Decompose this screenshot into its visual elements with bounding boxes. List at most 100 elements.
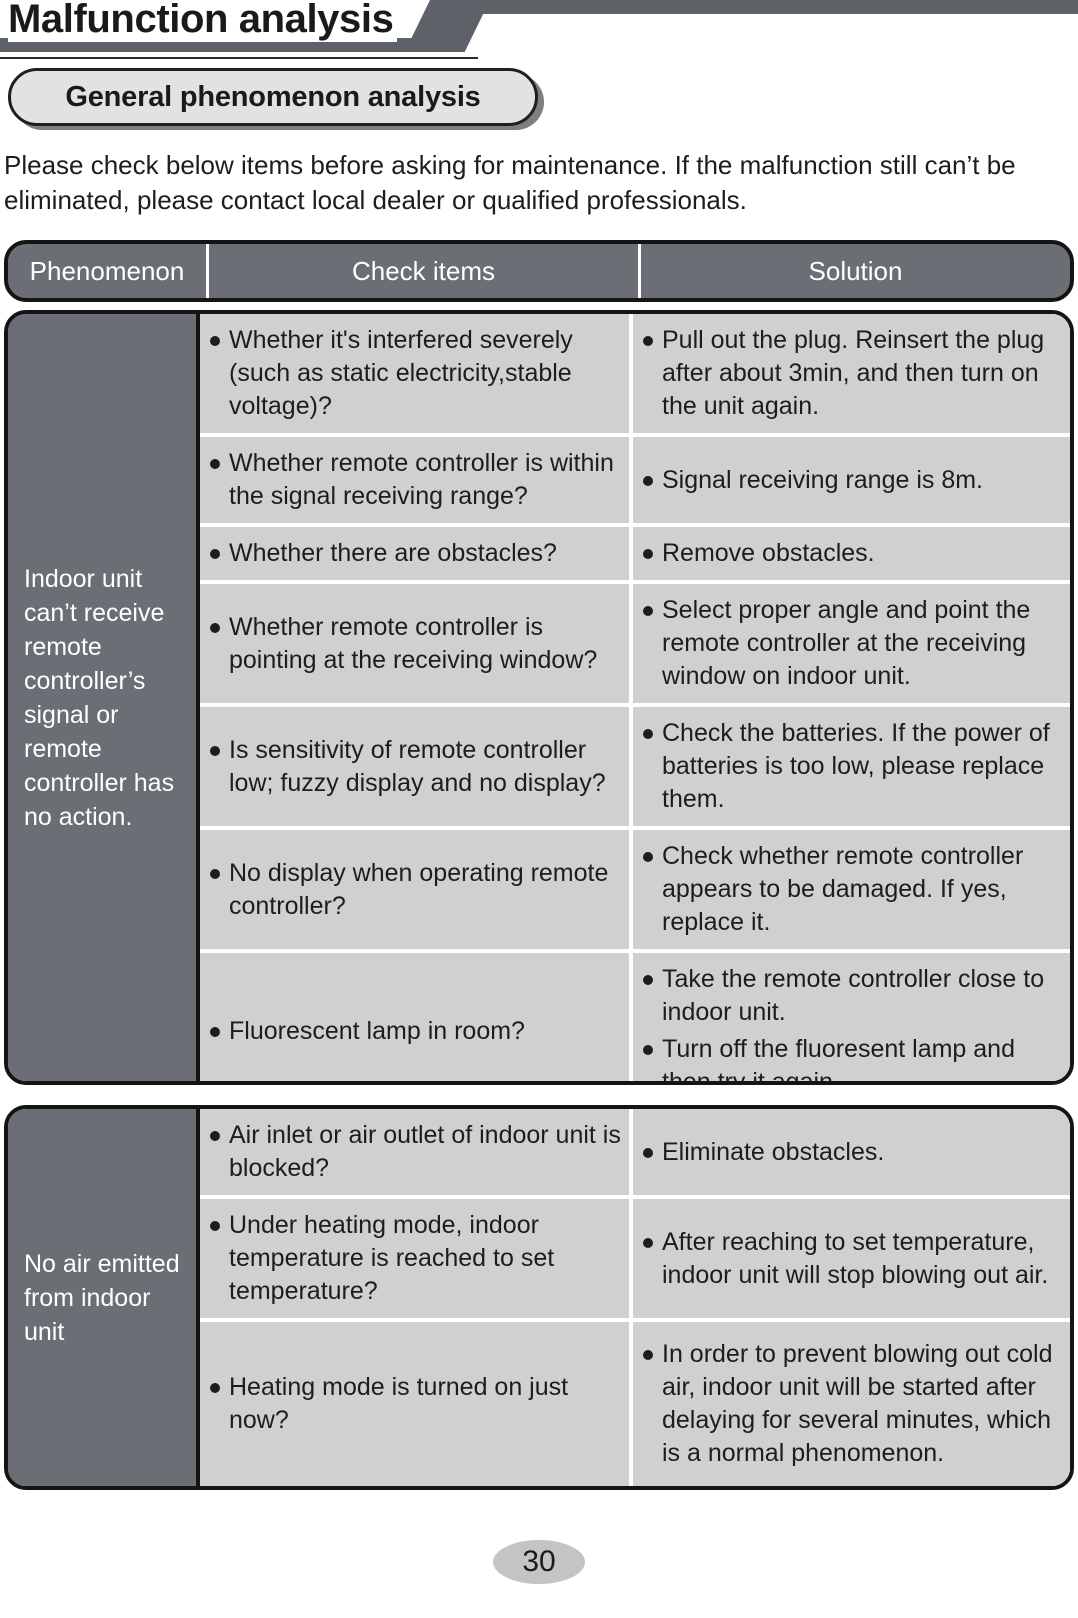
bullet-text: Under heating mode, indoor temperature i…: [229, 1211, 555, 1305]
solution-cell: Pull out the plug. Reinsert the plug aft…: [633, 314, 1070, 433]
solution-cell: Signal receiving range is 8m.: [633, 437, 1070, 523]
table-row: Is sensitivity of remote controller low;…: [200, 703, 1070, 826]
page-footer: 30: [0, 1540, 1078, 1584]
bullet-dot-icon: [643, 1237, 653, 1248]
bullet-line: No display when operating remote control…: [210, 857, 621, 923]
table-row: Whether there are obstacles? Remove obst…: [200, 523, 1070, 580]
bullet-line: After reaching to set temperature, indoo…: [643, 1226, 1062, 1292]
bullet-line: Air inlet or air outlet of indoor unit i…: [210, 1119, 621, 1185]
bullet-text: Eliminate obstacles.: [662, 1137, 885, 1166]
bullet-line: Select proper angle and point the remote…: [643, 594, 1062, 693]
column-header-check-items: Check items: [206, 244, 638, 298]
bullet-text: Air inlet or air outlet of indoor unit i…: [229, 1121, 621, 1182]
solution-cell: Check the batteries. If the power of bat…: [633, 707, 1070, 826]
table-row: Heating mode is turned on just now? In o…: [200, 1318, 1070, 1486]
bullet-dot-icon: [643, 852, 653, 862]
bullet-dot-icon: [210, 1383, 220, 1393]
bullet-line: Whether remote controller is pointing at…: [210, 611, 621, 677]
bullet-line: Fluorescent lamp in room?: [210, 1015, 621, 1048]
bullet-dot-icon: [210, 336, 220, 346]
bullet-text: Check the batteries. If the power of bat…: [662, 719, 1050, 813]
table-row: No display when operating remote control…: [200, 826, 1070, 949]
bullet-text: No display when operating remote control…: [229, 858, 609, 920]
check-items-cell: Is sensitivity of remote controller low;…: [200, 707, 633, 826]
rows-container: Whether it's interfered severely (such a…: [200, 314, 1070, 1081]
solution-cell: Select proper angle and point the remote…: [633, 584, 1070, 703]
bullet-text: Pull out the plug. Reinsert the plug aft…: [662, 326, 1045, 420]
bullet-line: Check whether remote controller appears …: [643, 840, 1062, 939]
section-heading-pill: General phenomenon analysis: [8, 68, 538, 126]
bullet-dot-icon: [643, 729, 653, 739]
bullet-text: Select proper angle and point the remote…: [662, 596, 1031, 690]
page-title: Malfunction analysis: [8, 0, 398, 42]
table-row: Air inlet or air outlet of indoor unit i…: [200, 1109, 1070, 1195]
phenomenon-cell: Indoor unit can’t receive remote control…: [8, 314, 200, 1081]
bullet-dot-icon: [643, 975, 653, 985]
bullet-text: Fluorescent lamp in room?: [229, 1016, 525, 1045]
bullet-line: Heating mode is turned on just now?: [210, 1371, 621, 1437]
check-items-cell: Whether remote controller is pointing at…: [200, 584, 633, 703]
table-row: Whether remote controller is within the …: [200, 433, 1070, 523]
bullet-line: Is sensitivity of remote controller low;…: [210, 734, 621, 800]
bullet-line: Under heating mode, indoor temperature i…: [210, 1209, 621, 1308]
bullet-text: Whether there are obstacles?: [229, 539, 557, 567]
bullet-text: Remove obstacles.: [662, 539, 875, 567]
table-section-no-air-emitted: No air emitted from indoor unit Air inle…: [4, 1105, 1074, 1490]
check-items-cell: No display when operating remote control…: [200, 830, 633, 949]
bullet-dot-icon: [643, 606, 653, 616]
bullet-dot-icon: [643, 1045, 653, 1055]
check-items-cell: Heating mode is turned on just now?: [200, 1322, 633, 1486]
bullet-dot-icon: [210, 622, 220, 633]
bullet-line: Pull out the plug. Reinsert the plug aft…: [643, 324, 1062, 423]
bullet-text: Signal receiving range is 8m.: [662, 465, 983, 494]
bullet-dot-icon: [210, 459, 220, 469]
solution-cell: After reaching to set temperature, indoo…: [633, 1199, 1070, 1318]
bullet-line: In order to prevent blowing out cold air…: [643, 1338, 1062, 1470]
table-row: Fluorescent lamp in room? Take the remot…: [200, 949, 1070, 1081]
table-row: Under heating mode, indoor temperature i…: [200, 1195, 1070, 1318]
bullet-line: Signal receiving range is 8m.: [643, 464, 1062, 497]
bullet-line: Eliminate obstacles.: [643, 1136, 1062, 1169]
solution-cell: Remove obstacles.: [633, 527, 1070, 580]
bullet-text: Is sensitivity of remote controller low;…: [229, 735, 606, 797]
bullet-dot-icon: [643, 475, 653, 486]
check-items-cell: Whether remote controller is within the …: [200, 437, 633, 523]
bullet-dot-icon: [210, 549, 220, 559]
column-header-phenomenon: Phenomenon: [29, 255, 185, 286]
table-row: Whether it's interfered severely (such a…: [200, 314, 1070, 433]
solution-cell: Take the remote controller close to indo…: [633, 953, 1070, 1081]
bullet-line: Turn off the fluoresent lamp and then tr…: [643, 1033, 1062, 1081]
bullet-line: Whether there are obstacles?: [210, 537, 621, 570]
bullet-dot-icon: [210, 868, 220, 879]
bullet-line: Take the remote controller close to indo…: [643, 963, 1062, 1029]
check-items-cell: Whether there are obstacles?: [200, 527, 633, 580]
header-accent-bar-right: [452, 0, 1078, 14]
bullet-dot-icon: [643, 1147, 653, 1158]
bullet-dot-icon: [210, 1221, 220, 1231]
check-items-cell: Under heating mode, indoor temperature i…: [200, 1199, 633, 1318]
check-items-cell: Whether it's interfered severely (such a…: [200, 314, 633, 433]
solution-cell: In order to prevent blowing out cold air…: [633, 1322, 1070, 1486]
intro-paragraph: Please check below items before asking f…: [4, 150, 1016, 215]
bullet-dot-icon: [210, 1131, 220, 1141]
column-header-solution: Solution: [638, 244, 1070, 298]
bullet-text: Take the remote controller close to indo…: [662, 965, 1045, 1026]
section-heading-label: General phenomenon analysis: [65, 80, 481, 113]
bullet-line: Check the batteries. If the power of bat…: [643, 717, 1062, 816]
bullet-text: Whether it's interfered severely (such a…: [229, 326, 573, 420]
bullet-text: Check whether remote controller appears …: [662, 842, 1024, 936]
table-section-remote-controller: Indoor unit can’t receive remote control…: [4, 310, 1074, 1085]
section-heading: General phenomenon analysis: [8, 68, 544, 130]
page-number-badge: 30: [493, 1540, 585, 1584]
bullet-line: Whether remote controller is within the …: [210, 447, 621, 513]
check-items-cell: Air inlet or air outlet of indoor unit i…: [200, 1109, 633, 1195]
bullet-line: Remove obstacles.: [643, 537, 1062, 570]
bullet-dot-icon: [210, 745, 220, 756]
bullet-dot-icon: [643, 549, 653, 559]
table-header-row: Phenomenon Check items Solution: [4, 240, 1074, 302]
bullet-dot-icon: [210, 1026, 220, 1037]
rows-container: Air inlet or air outlet of indoor unit i…: [200, 1109, 1070, 1486]
solution-cell: Check whether remote controller appears …: [633, 830, 1070, 949]
bullet-text: After reaching to set temperature, indoo…: [662, 1227, 1049, 1289]
solution-cell: Eliminate obstacles.: [633, 1109, 1070, 1195]
